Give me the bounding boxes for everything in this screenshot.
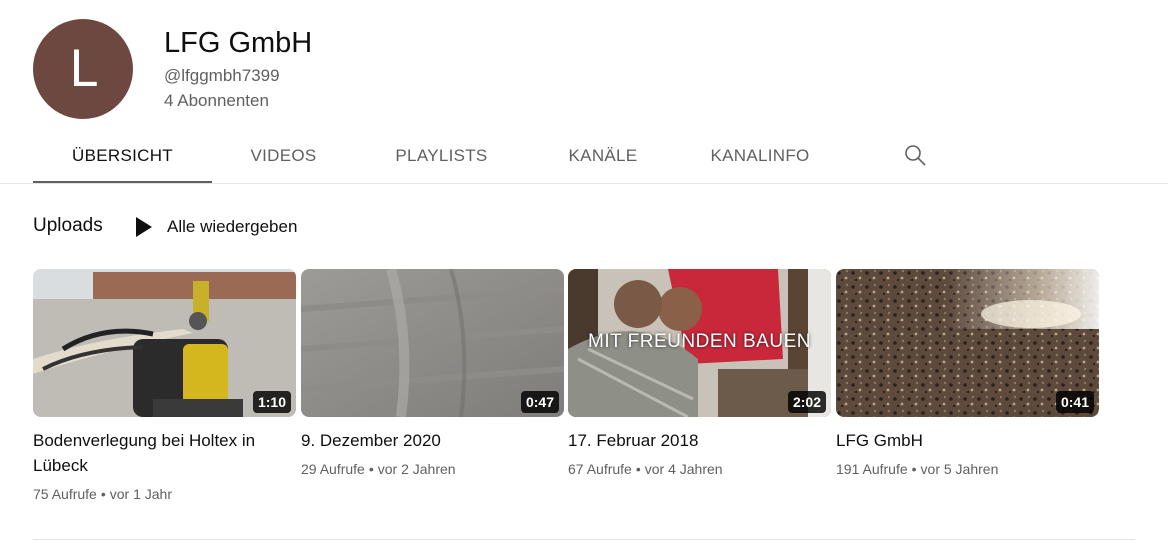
play-all-button[interactable]: Alle wiedergeben [132, 214, 297, 240]
video-card: MIT FREUNDEN BAUEN 2:02 17. Februar 2018… [568, 269, 831, 477]
video-duration: 2:02 [787, 391, 826, 413]
video-thumbnail[interactable]: 0:47 [301, 269, 564, 417]
video-title[interactable]: 17. Februar 2018 [568, 428, 831, 453]
video-duration: 0:41 [1055, 391, 1094, 413]
meta-separator: • [368, 461, 374, 477]
video-card: 0:41 LFG GmbH 191 Aufrufe • vor 5 Jahren [836, 269, 1099, 477]
play-all-label: Alle wiedergeben [167, 217, 298, 236]
play-icon [136, 217, 152, 237]
channel-name: LFG GmbH [164, 27, 313, 59]
video-meta: 191 Aufrufe • vor 5 Jahren [836, 461, 1099, 477]
video-meta: 29 Aufrufe • vor 2 Jahren [301, 461, 564, 477]
video-thumbnail[interactable]: 1:10 [33, 269, 296, 417]
channel-tabs: ÜBERSICHT VIDEOS PLAYLISTS KANÄLE KANALI… [33, 128, 842, 184]
tab-kanaele[interactable]: KANÄLE [528, 128, 678, 184]
tab-playlists[interactable]: PLAYLISTS [355, 128, 528, 184]
subscriber-count: 4 Abonnenten [164, 91, 269, 110]
video-card: 0:47 9. Dezember 2020 29 Aufrufe • vor 2 J… [301, 269, 564, 477]
video-duration: 1:10 [252, 391, 291, 413]
video-meta: 75 Aufrufe • vor 1 Jahr [33, 486, 296, 502]
view-count: 75 Aufrufe [33, 486, 97, 502]
video-title[interactable]: LFG GmbH [836, 428, 1099, 453]
video-title[interactable]: 9. Dezember 2020 [301, 428, 564, 453]
upload-age: vor 2 Jahren [377, 461, 456, 477]
video-card: 1:10 Bodenverlegung bei Holtex in Lübeck… [33, 269, 296, 502]
upload-age: vor 1 Jahr [109, 486, 172, 502]
video-duration: 0:47 [520, 391, 559, 413]
search-icon[interactable] [903, 143, 927, 167]
section-divider [33, 539, 1135, 540]
view-count: 29 Aufrufe [301, 461, 365, 477]
thumbnail-overlay-text: MIT FREUNDEN BAUEN [588, 331, 811, 352]
section-title: Uploads [33, 215, 103, 236]
tab-uebersicht[interactable]: ÜBERSICHT [33, 128, 212, 184]
meta-separator: • [911, 461, 917, 477]
view-count: 67 Aufrufe [568, 461, 632, 477]
tab-kanalinfo[interactable]: KANALINFO [678, 128, 842, 184]
upload-age: vor 4 Jahren [644, 461, 723, 477]
upload-age: vor 5 Jahren [920, 461, 999, 477]
channel-handle: @lfggmbh7399 [164, 66, 280, 85]
video-meta: 67 Aufrufe • vor 4 Jahren [568, 461, 831, 477]
video-thumbnail[interactable]: MIT FREUNDEN BAUEN 2:02 [568, 269, 831, 417]
video-thumbnail[interactable]: 0:41 [836, 269, 1099, 417]
tabs-divider [0, 183, 1168, 184]
meta-separator: • [635, 461, 641, 477]
channel-avatar[interactable]: L [33, 19, 133, 119]
meta-separator: • [100, 486, 106, 502]
video-title[interactable]: Bodenverlegung bei Holtex in Lübeck [33, 428, 296, 478]
view-count: 191 Aufrufe [836, 461, 908, 477]
tab-videos[interactable]: VIDEOS [212, 128, 355, 184]
